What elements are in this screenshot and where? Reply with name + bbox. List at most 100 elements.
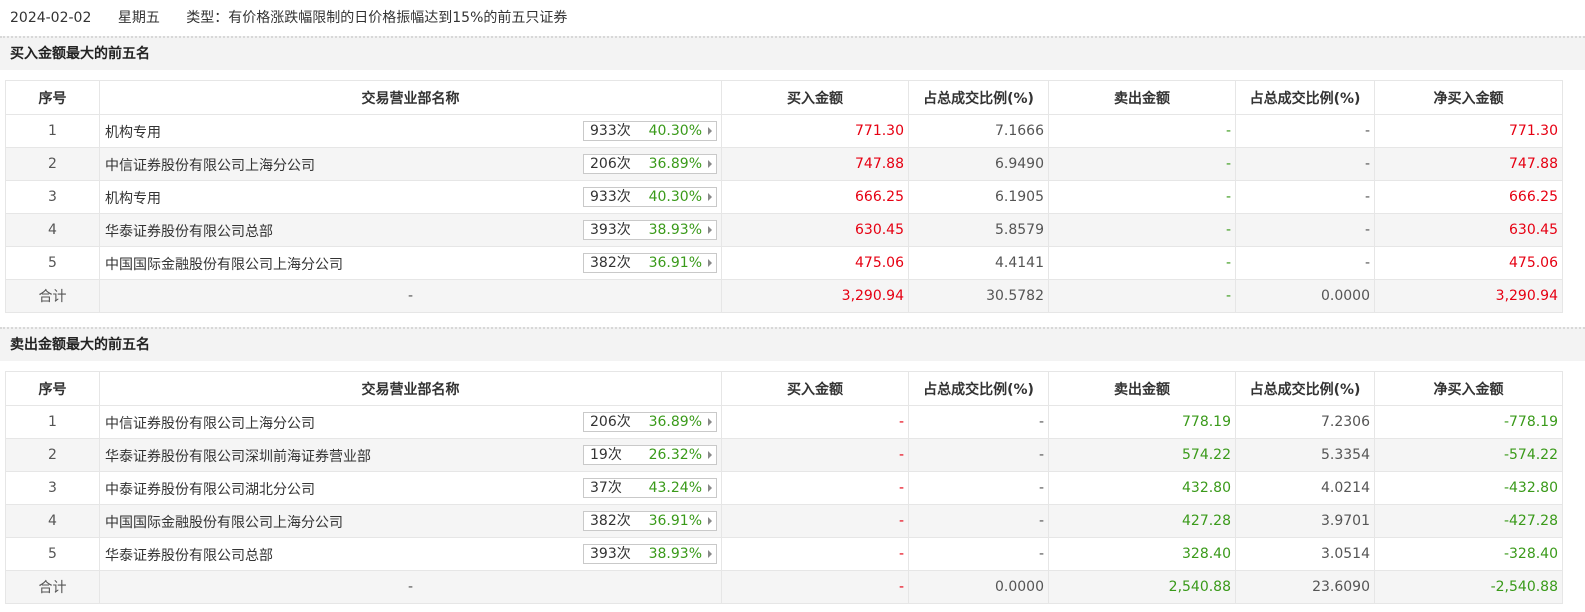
win-rate: 38.93%: [648, 222, 702, 238]
caret-right-icon: [708, 259, 712, 267]
col-buy-ratio-header: 占总成交比例(%): [908, 371, 1049, 406]
win-rate: 36.91%: [648, 513, 702, 529]
branch-stats-button[interactable]: 382次 36.91%: [583, 253, 717, 273]
branch-stats-button[interactable]: 37次 43.24%: [583, 478, 717, 498]
sell-ratio: -: [1235, 213, 1375, 247]
table-row: 2 华泰证券股份有限公司深圳前海证券营业部 19次 26.32% - -574.22 5.3…: [5, 438, 1563, 472]
col-branch-name-header: 交易营业部名称: [99, 371, 722, 406]
col-net-amount-header: 净买入金额: [1374, 371, 1563, 406]
branch-cell: 机构专用 933次 40.30%: [99, 180, 722, 214]
col-buy-ratio-header: 占总成交比例(%): [908, 80, 1049, 115]
sell-top5-table: 序号 交易营业部名称 买入金额 占总成交比例(%) 卖出金额 占总成交比例(%) 净买入金额…: [5, 371, 1563, 604]
sell-ratio: 7.2306: [1235, 405, 1375, 439]
appearance-count: 933次: [590, 123, 631, 139]
branch-stats-button[interactable]: 206次 36.89%: [583, 154, 717, 174]
branch-cell: 中信证券股份有限公司上海分公司 206次 36.89%: [99, 147, 722, 181]
caret-right-icon: [708, 418, 712, 426]
sell-ratio: -: [1235, 114, 1375, 148]
win-rate: 43.24%: [648, 480, 702, 496]
total-sell-ratio: 23.6090: [1235, 570, 1375, 604]
buy-ratio: 5.8579: [908, 213, 1049, 247]
net-amount: -328.40: [1374, 537, 1563, 571]
sell-amount: -: [1048, 213, 1236, 247]
col-sell-ratio-header: 占总成交比例(%): [1235, 371, 1375, 406]
branch-cell: 中信证券股份有限公司上海分公司 206次 36.89%: [99, 405, 722, 439]
buy-amount: -: [721, 438, 909, 472]
appearance-count: 19次: [590, 447, 622, 463]
appearance-count: 382次: [590, 513, 631, 529]
branch-cell: 中国国际金融股份有限公司上海分公司 382次 36.91%: [99, 504, 722, 538]
caret-right-icon: [708, 451, 712, 459]
sell-ratio: 4.0214: [1235, 471, 1375, 505]
total-row: 合计 - -0.0000 2,540.88 23.6090 -2,540.88: [5, 570, 1563, 604]
caret-right-icon: [708, 160, 712, 168]
sell-ratio: 3.9701: [1235, 504, 1375, 538]
branch-stats-button[interactable]: 933次 40.30%: [583, 187, 717, 207]
sell-section-title: 卖出金额最大的前五名: [0, 327, 1585, 361]
buy-amount: 666.25: [721, 180, 909, 214]
table-row: 4 中国国际金融股份有限公司上海分公司 382次 36.91% - -427.28 3.97…: [5, 504, 1563, 538]
row-index: 3: [5, 180, 100, 214]
col-sell-amount-header: 卖出金额: [1048, 371, 1236, 406]
buy-ratio: -: [908, 405, 1049, 439]
win-rate: 38.93%: [648, 546, 702, 562]
col-sell-amount-header: 卖出金额: [1048, 80, 1236, 115]
table-row: 3 机构专用 933次 40.30% 666.25 6.1905- -666.25: [5, 180, 1563, 214]
branch-name-link[interactable]: 中信证券股份有限公司上海分公司: [105, 155, 315, 175]
branch-name-link[interactable]: 中信证券股份有限公司上海分公司: [105, 413, 315, 433]
branch-name-link[interactable]: 华泰证券股份有限公司深圳前海证券营业部: [105, 446, 371, 466]
net-amount: 630.45: [1374, 213, 1563, 247]
total-label: 合计: [5, 279, 100, 313]
appearance-count: 393次: [590, 222, 631, 238]
total-net-amount: -2,540.88: [1374, 570, 1563, 604]
appearance-count: 382次: [590, 255, 631, 271]
total-sell-amount: 2,540.88: [1048, 570, 1236, 604]
branch-stats-button[interactable]: 933次 40.30%: [583, 121, 717, 141]
branch-stats-button[interactable]: 206次 36.89%: [583, 412, 717, 432]
table-header-row: 序号 交易营业部名称 买入金额 占总成交比例(%) 卖出金额 占总成交比例(%) 净买入金额: [5, 80, 1563, 115]
col-index-header: 序号: [5, 80, 100, 115]
net-amount: 771.30: [1374, 114, 1563, 148]
branch-name-link[interactable]: 中泰证券股份有限公司湖北分公司: [105, 479, 315, 499]
branch-stats-button[interactable]: 393次 38.93%: [583, 544, 717, 564]
row-index: 1: [5, 405, 100, 439]
branch-name-link[interactable]: 华泰证券股份有限公司总部: [105, 545, 273, 565]
total-buy-ratio: 0.0000: [908, 570, 1049, 604]
net-amount: 747.88: [1374, 147, 1563, 181]
buy-ratio: 6.1905: [908, 180, 1049, 214]
col-branch-name-header: 交易营业部名称: [99, 80, 722, 115]
sell-amount: 328.40: [1048, 537, 1236, 571]
branch-stats-button[interactable]: 382次 36.91%: [583, 511, 717, 531]
branch-name-link[interactable]: 机构专用: [105, 188, 161, 208]
row-index: 1: [5, 114, 100, 148]
sell-ratio: -: [1235, 180, 1375, 214]
header-bar: 2024-02-02 星期五 类型：有价格涨跌幅限制的日价格振幅达到15%的前五…: [0, 0, 1585, 36]
branch-cell: 华泰证券股份有限公司深圳前海证券营业部 19次 26.32%: [99, 438, 722, 472]
buy-amount: -: [721, 471, 909, 505]
branch-name-link[interactable]: 中国国际金融股份有限公司上海分公司: [105, 512, 343, 532]
buy-amount: 475.06: [721, 246, 909, 280]
appearance-count: 206次: [590, 156, 631, 172]
branch-name-link[interactable]: 机构专用: [105, 122, 161, 142]
branch-stats-button[interactable]: 393次 38.93%: [583, 220, 717, 240]
sell-ratio: -: [1235, 147, 1375, 181]
branch-name-link[interactable]: 中国国际金融股份有限公司上海分公司: [105, 254, 343, 274]
branch-stats-button[interactable]: 19次 26.32%: [583, 445, 717, 465]
win-rate: 40.30%: [648, 189, 702, 205]
net-amount: 666.25: [1374, 180, 1563, 214]
net-amount: -427.28: [1374, 504, 1563, 538]
branch-cell: 中国国际金融股份有限公司上海分公司 382次 36.91%: [99, 246, 722, 280]
total-buy-amount: -: [721, 570, 909, 604]
table-row: 1 机构专用 933次 40.30% 771.30 7.1666- -771.30: [5, 114, 1563, 148]
sell-ratio: 5.3354: [1235, 438, 1375, 472]
row-index: 4: [5, 213, 100, 247]
buy-ratio: 4.4141: [908, 246, 1049, 280]
sell-amount: 778.19: [1048, 405, 1236, 439]
branch-name-link[interactable]: 华泰证券股份有限公司总部: [105, 221, 273, 241]
branch-cell: 中泰证券股份有限公司湖北分公司 37次 43.24%: [99, 471, 722, 505]
net-amount: -574.22: [1374, 438, 1563, 472]
trade-date: 2024-02-02: [10, 10, 92, 26]
total-branch: -: [99, 570, 722, 604]
list-type: 类型：有价格涨跌幅限制的日价格振幅达到15%的前五只证券: [186, 10, 568, 26]
row-index: 2: [5, 147, 100, 181]
